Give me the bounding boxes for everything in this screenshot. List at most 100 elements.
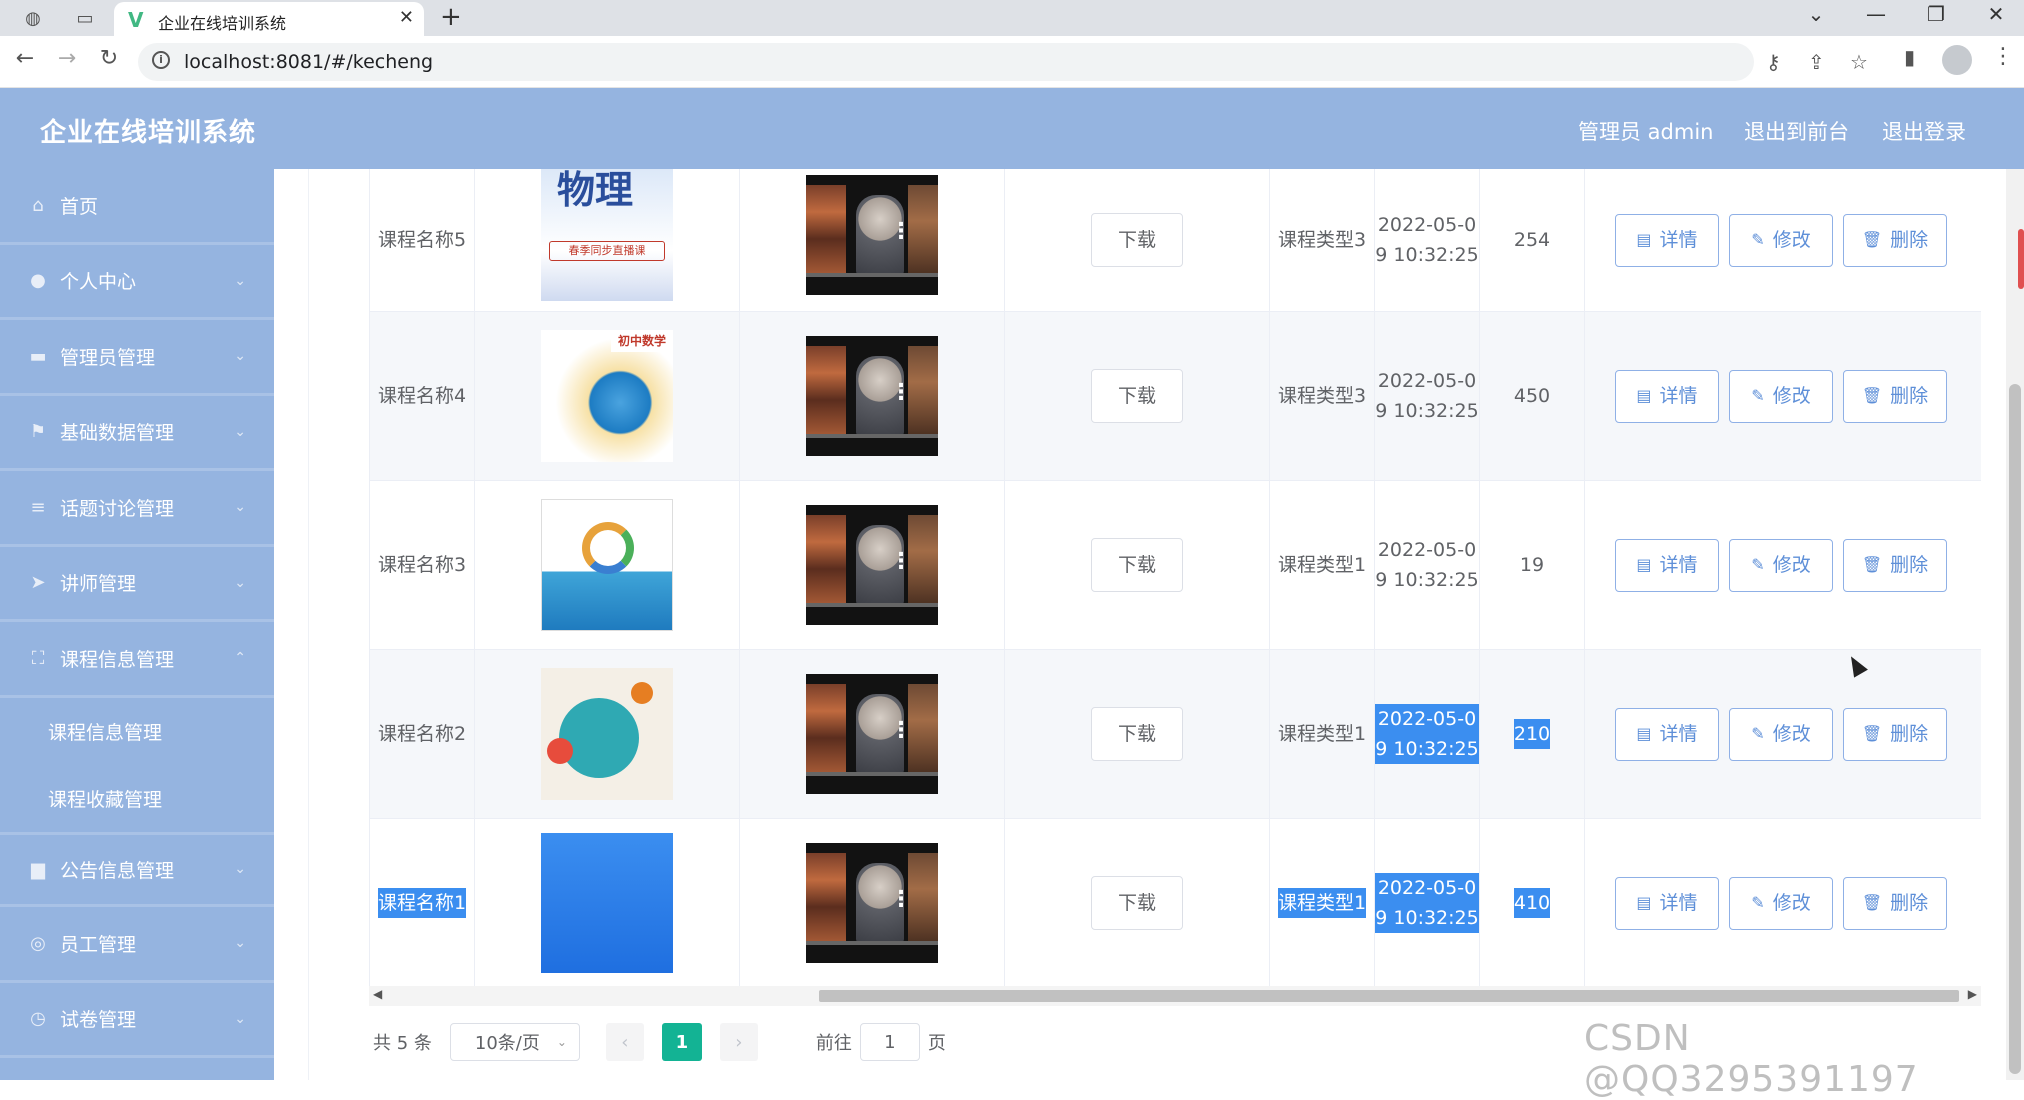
delete-button[interactable]: 🗑 删除 [1843,369,1947,423]
edit-button[interactable]: ✎ 修改 [1729,707,1833,761]
cover-image[interactable] [541,668,673,800]
detail-button[interactable]: ▤ 详情 [1615,369,1719,423]
video-menu-icon[interactable]: ⋮ [890,716,912,746]
video-player[interactable]: ⋮ [806,843,938,963]
exit-to-front-link[interactable]: 退出到前台 [1744,116,1849,146]
sidebar-item-label: 讲师管理 [60,573,137,596]
download-button[interactable]: 下载 [1091,213,1183,267]
video-player[interactable]: ⋮ [806,336,938,456]
sidebar-item-exam-paper[interactable]: ◷ 试卷管理 ⌄ [0,983,274,1058]
scroll-left-arrow-icon[interactable]: ◀ [373,987,382,1001]
sidebar-item-employee[interactable]: ◎ 员工管理 ⌄ [0,907,274,983]
back-icon[interactable]: ← [10,46,40,71]
logout-link[interactable]: 退出登录 [1882,116,1966,146]
minimize-icon[interactable]: — [1856,2,1896,26]
delete-button[interactable]: 🗑 删除 [1843,213,1947,267]
maximize-icon[interactable]: ❐ [1916,2,1956,26]
tab-thumbnail-icon[interactable]: ▭ [66,3,104,33]
detail-button[interactable]: ▤ 详情 [1615,876,1719,930]
page-number-current[interactable]: 1 [661,1023,702,1061]
cell-course-type: 课程类型3 [1270,312,1375,480]
edit-icon: ✎ [1751,555,1765,574]
sidebar-item-label: 管理员管理 [60,346,156,369]
table-horizontal-scrollbar[interactable]: ◀ ▶ [369,986,1981,1006]
download-button[interactable]: 下载 [1091,707,1183,761]
sidebar-subitem-course-favorites[interactable]: 课程收藏管理 [0,765,274,832]
goto-page-input[interactable]: 1 [859,1023,920,1061]
page-size-select[interactable]: 10条/页 ⌄ [449,1023,580,1061]
url-field[interactable]: i localhost:8081/#/kecheng ⚷ ⇪ ☆ [138,43,1868,81]
sidebar-item-profile-center[interactable]: ● 个人中心 ⌄ [0,245,274,320]
delete-button[interactable]: 🗑 删除 [1843,707,1947,761]
cell-video: ⋮ [740,650,1005,818]
browser-menu-icon[interactable]: ⋮ [1992,44,2014,69]
detail-button[interactable]: ▤ 详情 [1615,213,1719,267]
scrollbar-thumb[interactable] [2009,384,2021,1074]
prev-page-button[interactable]: ‹ [605,1023,644,1061]
chevron-down-icon: ⌄ [556,1035,567,1049]
sidebar-item-course-info[interactable]: ⛶ 课程信息管理 ⌃ [0,622,274,698]
video-menu-icon[interactable]: ⋮ [890,378,912,408]
video-menu-icon[interactable]: ⋮ [890,547,912,577]
trash-icon: 🗑 [1861,386,1883,405]
cell-time: 2022-05-09 10:32:25 [1375,481,1480,649]
edit-button[interactable]: ✎ 修改 [1729,538,1833,592]
cell-course-type: 课程类型1 [1270,650,1375,818]
video-menu-icon[interactable]: ⋮ [890,885,912,915]
cover-image[interactable] [541,499,673,631]
edit-button[interactable]: ✎ 修改 [1729,213,1833,267]
cell-time: 2022-05-09 10:32:25 [1375,650,1480,818]
sidebar-item-base-data[interactable]: ⚑ 基础数据管理 ⌄ [0,396,274,471]
delete-button[interactable]: 🗑 删除 [1843,876,1947,930]
compass-icon: ◷ [30,1008,46,1030]
page-vertical-scrollbar[interactable] [2006,169,2024,1080]
sidebar-item-topic-discussion[interactable]: ≡ 话题讨论管理 ⌄ [0,471,274,547]
table-row: 课程名称1 ⋮ 下载 课程类型1 2022-05-09 10:32:25 410… [370,819,1981,988]
edit-button[interactable]: ✎ 修改 [1729,876,1833,930]
cell-count: 450 [1480,312,1585,480]
chevron-down-icon: ⌄ [234,1010,246,1027]
delete-button[interactable]: 🗑 删除 [1843,538,1947,592]
cover-image[interactable]: 初中数学 [541,330,673,462]
profile-avatar[interactable] [1942,45,1972,75]
sidebar-item-admin-manage[interactable]: ▬ 管理员管理 ⌄ [0,320,274,396]
detail-button[interactable]: ▤ 详情 [1615,707,1719,761]
tab-search-icon[interactable]: ⌄ [1796,2,1836,26]
site-info-icon[interactable]: i [152,51,170,69]
sliders-icon: ≡ [30,496,46,518]
trash-icon: 🗑 [1861,555,1883,574]
close-tab-icon[interactable]: ✕ [399,7,414,28]
video-player[interactable]: ⋮ [806,674,938,794]
cover-image[interactable] [541,833,673,973]
video-menu-icon[interactable]: ⋮ [890,217,912,247]
next-page-button[interactable]: › [719,1023,758,1061]
scrollbar-thumb[interactable] [819,990,1959,1002]
bookmark-star-icon[interactable]: ☆ [1850,50,1868,74]
cover-image[interactable]: 物理 春季同步直播课 [541,169,673,301]
sidebar-item-home[interactable]: ⌂ 首页 ⌄ [0,169,274,245]
share-icon[interactable]: ⇪ [1808,50,1825,74]
download-button[interactable]: 下载 [1091,538,1183,592]
edit-button[interactable]: ✎ 修改 [1729,369,1833,423]
detail-button[interactable]: ▤ 详情 [1615,538,1719,592]
video-player[interactable]: ⋮ [806,505,938,625]
video-player[interactable]: ⋮ [806,175,938,295]
sidebar-item-lecturer[interactable]: ➤ 讲师管理 ⌄ [0,547,274,622]
download-button[interactable]: 下载 [1091,876,1183,930]
key-icon[interactable]: ⚷ [1766,50,1781,74]
download-button[interactable]: 下载 [1091,369,1183,423]
scroll-right-arrow-icon[interactable]: ▶ [1968,987,1977,1001]
side-panel-icon[interactable]: ▮ [1904,45,1915,69]
new-tab-icon[interactable]: + [440,2,462,32]
globe-icon[interactable]: ◍ [14,3,52,33]
forward-icon[interactable]: → [52,46,82,71]
main-content: 课程名称5 物理 春季同步直播课 ⋮ 下载 课程类型3 2022-05-09 1… [274,169,2024,1080]
reload-icon[interactable]: ↻ [94,46,124,71]
browser-tab-active[interactable]: V 企业在线培训系统 ✕ [114,2,424,36]
url-text[interactable]: localhost:8081/#/kecheng [184,51,433,73]
browser-tab-bar: ◍ ▭ V 企业在线培训系统 ✕ + ⌄ — ❐ ✕ [0,0,2024,36]
cell-actions: ▤ 详情 ✎ 修改 🗑 删除 [1585,169,1981,311]
sidebar-item-notice[interactable]: ▆ 公告信息管理 ⌄ [0,831,274,907]
sidebar-subitem-course-info[interactable]: 课程信息管理 [0,698,274,765]
window-close-icon[interactable]: ✕ [1976,2,2016,26]
